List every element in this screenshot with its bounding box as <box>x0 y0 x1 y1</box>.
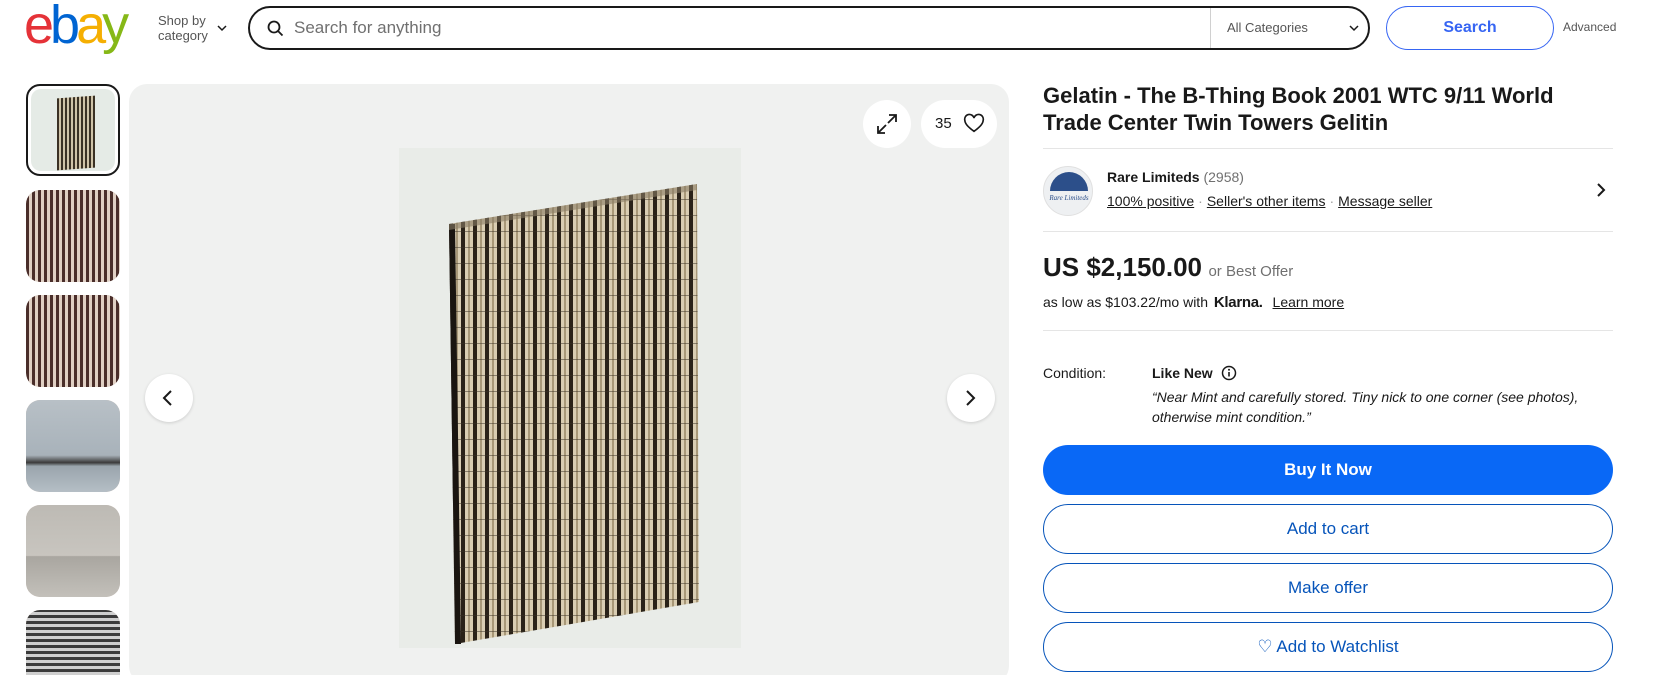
thumbnail-1[interactable] <box>26 84 120 176</box>
separator-dot: · <box>1198 193 1203 209</box>
klarna-row: as low as $103.22/mo with Klarna. Learn … <box>1043 294 1613 322</box>
listing-panel: Gelatin - The B-Thing Book 2001 WTC 9/11… <box>1043 82 1613 675</box>
expand-image-button[interactable] <box>863 100 911 148</box>
condition-section: Condition: Like New “Near Mint and caref… <box>1043 345 1613 445</box>
message-seller-link[interactable]: Message seller <box>1338 193 1432 209</box>
add-to-watchlist-button[interactable]: ♡ Add to Watchlist <box>1043 622 1613 672</box>
seller-card[interactable]: Rare Limiteds Rare Limiteds (2958) 100% … <box>1043 149 1613 231</box>
next-image-button[interactable] <box>947 374 995 422</box>
seller-name[interactable]: Rare Limiteds (2958) <box>1107 169 1244 185</box>
seller-other-items-link[interactable]: Seller's other items <box>1207 193 1326 209</box>
condition-description: “Near Mint and carefully stored. Tiny ni… <box>1152 389 1579 425</box>
main-product-photo <box>399 148 741 648</box>
buy-it-now-button[interactable]: Buy It Now <box>1043 445 1613 495</box>
thumbnail-image <box>26 295 120 387</box>
ebay-logo[interactable]: ebay <box>24 0 129 52</box>
thumbnail-5[interactable] <box>26 505 120 597</box>
klarna-text: as low as $103.22/mo with <box>1043 294 1208 310</box>
divider <box>1043 330 1613 331</box>
thumbnail-6[interactable] <box>26 610 120 675</box>
thumbnail-image <box>31 89 115 171</box>
svg-text:Rare Limiteds: Rare Limiteds <box>1048 194 1088 202</box>
chevron-right-icon[interactable] <box>1595 181 1607 199</box>
separator-dot: · <box>1329 193 1335 209</box>
watch-heart-button[interactable]: 35 <box>921 100 997 148</box>
listing-title: Gelatin - The B-Thing Book 2001 WTC 9/11… <box>1043 83 1554 135</box>
search-button[interactable]: Search <box>1386 6 1554 50</box>
seller-links: 100% positive · Seller's other items · Messa… <box>1107 193 1432 209</box>
price-row: US $2,150.00 or Best Offer <box>1043 252 1613 288</box>
divider <box>1043 231 1613 232</box>
expand-icon <box>877 114 897 134</box>
info-icon[interactable] <box>1221 365 1237 381</box>
make-offer-button[interactable]: Make offer <box>1043 563 1613 613</box>
image-viewer[interactable]: 35 <box>129 84 1009 675</box>
shop-by-category-button[interactable]: Shop by category <box>158 13 227 43</box>
condition-label: Condition: <box>1043 365 1107 381</box>
thumbnail-3[interactable] <box>26 295 120 387</box>
category-select-value: All Categories <box>1227 20 1308 35</box>
watch-count: 35 <box>935 115 952 132</box>
thumbnail-2[interactable] <box>26 190 120 282</box>
klarna-logo: Klarna. <box>1213 294 1263 311</box>
header: ebay Shop by category All Categories Sea… <box>0 0 1656 58</box>
search-icon <box>267 20 284 37</box>
search-input[interactable] <box>294 16 1194 40</box>
search-bar: All Categories <box>248 6 1370 50</box>
thumbnail-image <box>26 190 120 282</box>
advanced-search-link[interactable]: Advanced <box>1563 20 1616 34</box>
shop-by-label-line2: category <box>158 28 208 43</box>
heart-icon <box>963 113 985 133</box>
thumbnail-image <box>26 610 120 675</box>
thumbnail-4[interactable] <box>26 400 120 492</box>
seller-positive-link[interactable]: 100% positive <box>1107 193 1194 209</box>
shop-by-label-line1: Shop by <box>158 13 206 28</box>
condition-value: Like New <box>1152 365 1213 381</box>
price: US $2,150.00 <box>1043 252 1203 282</box>
previous-image-button[interactable] <box>145 374 193 422</box>
seller-logo: Rare Limiteds <box>1048 172 1089 202</box>
chevron-right-icon <box>966 390 976 406</box>
book-image <box>449 184 699 644</box>
thumbnail-image <box>26 400 120 492</box>
thumbnail-image <box>26 505 120 597</box>
seller-feedback-count: (2958) <box>1203 169 1244 185</box>
learn-more-link[interactable]: Learn more <box>1273 294 1345 310</box>
best-offer-label: or Best Offer <box>1208 263 1294 280</box>
category-select[interactable]: All Categories <box>1210 8 1368 48</box>
seller-avatar[interactable]: Rare Limiteds <box>1043 166 1093 216</box>
chevron-left-icon <box>162 390 172 406</box>
chevron-down-icon <box>217 25 227 32</box>
add-to-cart-button[interactable]: Add to cart <box>1043 504 1613 554</box>
chevron-down-icon <box>1349 25 1359 32</box>
